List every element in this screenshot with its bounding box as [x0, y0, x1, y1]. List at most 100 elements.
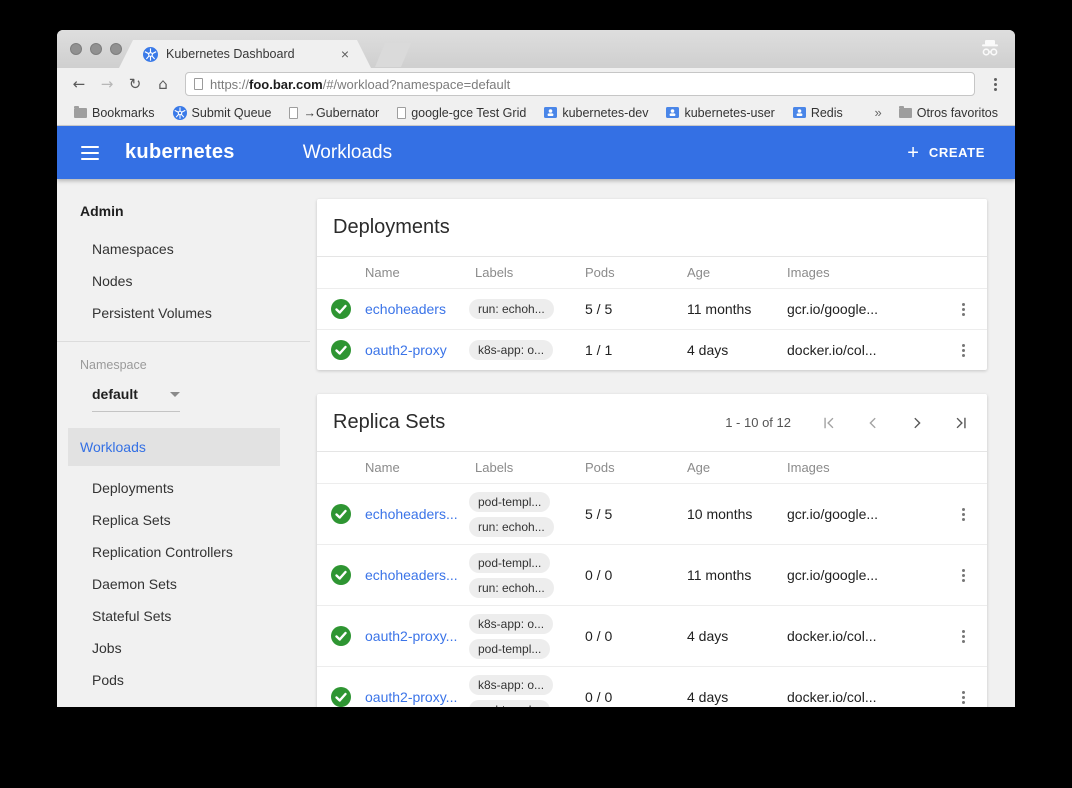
sidebar-section-admin[interactable]: Admin [57, 179, 310, 219]
page-icon [397, 107, 406, 119]
sidebar-item-replica-sets[interactable]: Replica Sets [57, 504, 310, 536]
sidebar-item-replication-controllers[interactable]: Replication Controllers [57, 536, 310, 568]
bookmark-gubernator[interactable]: →Gubernator [284, 106, 384, 120]
minimize-window-button[interactable] [90, 43, 102, 55]
label-chip: pod-templ... [469, 639, 550, 659]
replica-set-link[interactable]: echoheaders... [365, 506, 475, 522]
label-chip: pod-templ... [469, 700, 550, 708]
age-cell: 4 days [687, 689, 787, 705]
bookmark-kubernetes-dev[interactable]: kubernetes-dev [539, 106, 653, 120]
label-chip: run: echoh... [469, 517, 554, 537]
images-cell: gcr.io/google... [787, 301, 939, 317]
bookmark-label: Otros favoritos [917, 106, 998, 120]
column-labels: Labels [475, 265, 585, 280]
pods-cell: 1 / 1 [585, 342, 687, 358]
status-ok-icon [331, 340, 351, 360]
deployments-card: Deployments Name Labels Pods Age Images … [317, 199, 987, 370]
row-menu-icon[interactable] [939, 303, 987, 316]
browser-titlebar: Kubernetes Dashboard × [57, 30, 1015, 68]
column-pods: Pods [585, 460, 687, 475]
deployment-link[interactable]: echoheaders [365, 301, 475, 317]
replica-set-link[interactable]: oauth2-proxy... [365, 689, 475, 705]
deployment-link[interactable]: oauth2-proxy [365, 342, 475, 358]
groups-icon [793, 107, 806, 118]
bookmark-kubernetes-user[interactable]: kubernetes-user [661, 106, 779, 120]
first-page-icon[interactable] [819, 413, 839, 433]
url-address-bar[interactable]: https://foo.bar.com/#/workload?namespace… [185, 72, 975, 96]
label-chip: pod-templ... [469, 553, 550, 573]
reload-icon[interactable]: ↻ [123, 75, 147, 93]
close-window-button[interactable] [70, 43, 82, 55]
row-menu-icon[interactable] [939, 630, 987, 643]
sidebar-item-stateful-sets[interactable]: Stateful Sets [57, 600, 310, 632]
pods-cell: 5 / 5 [585, 506, 687, 522]
replica-set-link[interactable]: oauth2-proxy... [365, 628, 475, 644]
sidebar-item-daemon-sets[interactable]: Daemon Sets [57, 568, 310, 600]
row-menu-icon[interactable] [939, 569, 987, 582]
bookmarks-overflow-icon[interactable]: » [870, 105, 885, 120]
age-cell: 11 months [687, 567, 787, 583]
namespace-selected-value: default [92, 386, 138, 402]
bookmark-redis[interactable]: Redis [788, 106, 848, 120]
column-pods: Pods [585, 265, 687, 280]
replica-sets-card: Replica Sets 1 - 10 of 12 [317, 394, 987, 707]
sidebar-item-workloads[interactable]: Workloads [68, 428, 280, 466]
browser-window: Kubernetes Dashboard × ← → ↻ ⌂ https://f… [57, 30, 1015, 707]
groups-icon [544, 107, 557, 118]
kubernetes-logo: kubernetes [125, 141, 235, 164]
bookmark-otros-favoritos[interactable]: Otros favoritos [894, 106, 1003, 120]
bookmark-submit-queue[interactable]: Submit Queue [168, 106, 277, 120]
tab-close-icon[interactable]: × [341, 47, 349, 61]
row-menu-icon[interactable] [939, 691, 987, 704]
row-menu-icon[interactable] [939, 344, 987, 357]
page-security-icon[interactable] [194, 78, 203, 90]
pagination: 1 - 10 of 12 [725, 413, 971, 433]
folder-icon [899, 108, 912, 118]
back-icon[interactable]: ← [67, 75, 91, 93]
sidebar-item-namespaces[interactable]: Namespaces [57, 233, 310, 265]
zoom-window-button[interactable] [110, 43, 122, 55]
images-cell: gcr.io/google... [787, 506, 939, 522]
new-tab-button[interactable] [375, 43, 411, 67]
sidebar-item-persistent-volumes[interactable]: Persistent Volumes [57, 297, 310, 329]
status-ok-icon [331, 504, 351, 524]
images-cell: docker.io/col... [787, 628, 939, 644]
column-age: Age [687, 460, 787, 475]
url-protocol: https:// [210, 77, 249, 92]
bookmark-label: google-gce Test Grid [411, 106, 526, 120]
previous-page-icon[interactable] [863, 413, 883, 433]
sidebar-item-deployments[interactable]: Deployments [57, 472, 310, 504]
bookmark-bookmarks-folder[interactable]: Bookmarks [69, 106, 160, 120]
home-icon[interactable]: ⌂ [151, 75, 175, 93]
url-text[interactable]: https://foo.bar.com/#/workload?namespace… [210, 77, 510, 92]
bookmark-google-gce-test-grid[interactable]: google-gce Test Grid [392, 106, 531, 120]
age-cell: 4 days [687, 342, 787, 358]
sidebar-item-nodes[interactable]: Nodes [57, 265, 310, 297]
row-menu-icon[interactable] [939, 508, 987, 521]
replica-set-link[interactable]: echoheaders... [365, 567, 475, 583]
forward-icon[interactable]: → [95, 75, 119, 93]
age-cell: 10 months [687, 506, 787, 522]
browser-tab[interactable]: Kubernetes Dashboard × [119, 40, 371, 68]
images-cell: gcr.io/google... [787, 567, 939, 583]
browser-menu-icon[interactable] [985, 78, 1005, 91]
last-page-icon[interactable] [951, 413, 971, 433]
create-button[interactable]: + CREATE [907, 143, 985, 163]
deployments-table-header: Name Labels Pods Age Images [317, 256, 987, 288]
label-chip: run: echoh... [469, 299, 554, 319]
column-name: Name [365, 460, 475, 475]
pods-cell: 0 / 0 [585, 689, 687, 705]
sidebar-item-pods[interactable]: Pods [57, 664, 310, 696]
macos-traffic-lights[interactable] [70, 43, 122, 55]
namespace-label: Namespace [57, 342, 310, 372]
label-chip: run: echoh... [469, 578, 554, 598]
pods-cell: 5 / 5 [585, 301, 687, 317]
page-title: Workloads [303, 142, 392, 164]
hamburger-menu-icon[interactable] [81, 146, 99, 160]
next-page-icon[interactable] [907, 413, 927, 433]
label-chip: k8s-app: o... [469, 614, 553, 634]
sidebar-item-jobs[interactable]: Jobs [57, 632, 310, 664]
table-row: echoheaders run: echoh... 5 / 5 11 month… [317, 288, 987, 329]
namespace-select[interactable]: default [92, 386, 180, 412]
column-age: Age [687, 265, 787, 280]
